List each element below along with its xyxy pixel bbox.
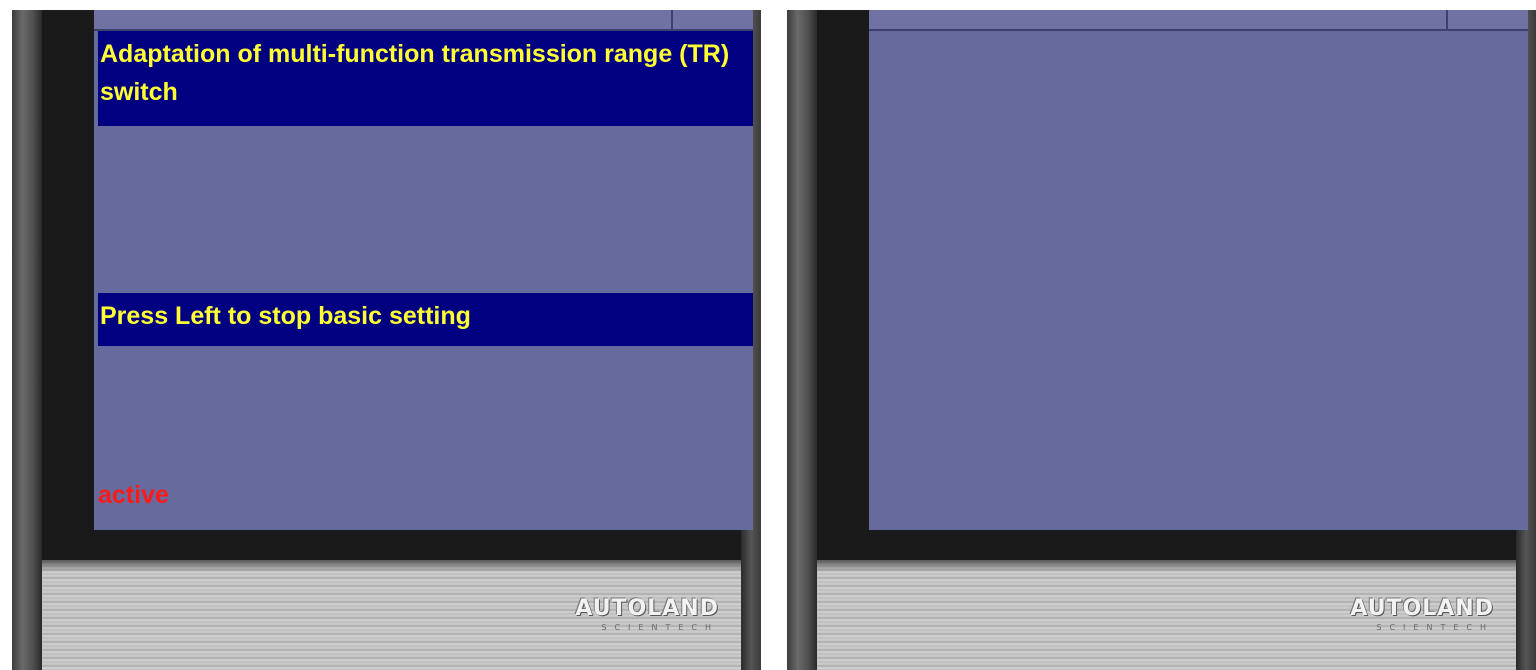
device-bottom-panel: AUTOLAND SCIENTECH: [42, 560, 741, 670]
screen-top-bar: [94, 10, 753, 31]
logo-wordmark: AUTOLAND: [1350, 596, 1494, 621]
display-screen: [869, 10, 1528, 530]
screen-top-bar: [869, 10, 1528, 31]
brand-logo: AUTOLAND SCIENTECH: [1350, 596, 1494, 632]
screen-frame: [817, 10, 1528, 560]
device-bottom-panel: AUTOLAND SCIENTECH: [817, 560, 1516, 670]
device-bezel-left: [787, 10, 817, 670]
logo-subtitle: SCIENTECH: [1376, 623, 1494, 632]
screen-frame: Adaptation of multi-function transmissio…: [42, 10, 753, 560]
device-bezel-left: [12, 10, 42, 670]
logo-wordmark: AUTOLAND: [575, 596, 719, 621]
instruction-message: Press Left to stop basic setting: [98, 293, 753, 346]
function-title: Adaptation of multi-function transmissio…: [98, 31, 753, 126]
logo-subtitle: SCIENTECH: [601, 623, 719, 632]
status-indicator: active: [98, 481, 169, 509]
right-device: AUTOLAND SCIENTECH: [787, 10, 1536, 670]
left-device: Adaptation of multi-function transmissio…: [12, 10, 761, 670]
brand-logo: AUTOLAND SCIENTECH: [575, 596, 719, 632]
top-bar-divider: [671, 10, 673, 29]
display-screen: Adaptation of multi-function transmissio…: [94, 10, 753, 530]
top-bar-divider: [1446, 10, 1448, 29]
